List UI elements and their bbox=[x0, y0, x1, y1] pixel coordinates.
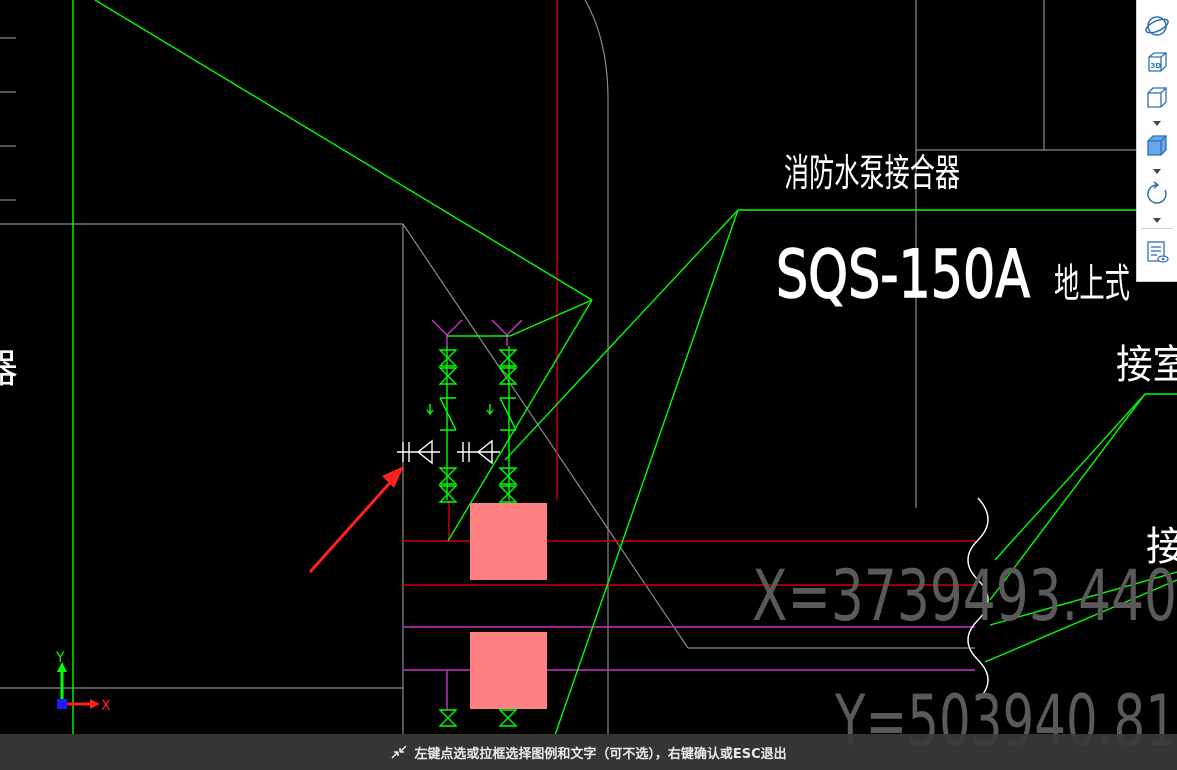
rotate-button[interactable] bbox=[1137, 178, 1177, 210]
connect-indoor-label: 接室内 bbox=[1116, 342, 1177, 388]
rotate-dropdown-caret[interactable] bbox=[1151, 216, 1163, 224]
dim-x-text: X=3739493.440 bbox=[752, 555, 1177, 637]
connect-label-2: 接 bbox=[1146, 524, 1177, 570]
command-hint-bar: 左键点选或拉框选择图例和文字（可不选），右键确认或ESC退出 bbox=[0, 734, 1177, 770]
command-hint-text: 左键点选或拉框选择图例和文字（可不选），右键确认或ESC退出 bbox=[414, 746, 787, 762]
orbit-icon bbox=[1145, 16, 1169, 36]
ucs-x-label: X bbox=[101, 698, 111, 714]
shaded-cube-button[interactable] bbox=[1137, 130, 1177, 162]
ucs-axis-icon: Y X bbox=[55, 650, 111, 714]
shaded-cube-icon bbox=[1147, 135, 1167, 156]
3d-view-icon: 3D bbox=[1148, 52, 1167, 72]
rotate-icon bbox=[1147, 181, 1167, 204]
wireframe-cube-button[interactable] bbox=[1137, 82, 1177, 114]
shaded-dropdown-caret[interactable] bbox=[1151, 167, 1163, 175]
wireframe-cube-icon bbox=[1147, 87, 1167, 108]
view-toolbar: 3D bbox=[1136, 0, 1177, 282]
cad-drawing-canvas[interactable]: X=3739493.440 Y=503940.81 消防水泵接合器 SQS-15… bbox=[0, 0, 1177, 770]
svg-text:3D: 3D bbox=[1151, 62, 1162, 70]
pump-block-upper[interactable] bbox=[470, 503, 547, 580]
pump-connector-label: 消防水泵接合器 bbox=[784, 151, 960, 195]
model-label: SQS-150A bbox=[776, 236, 1030, 313]
model-type-label: 地上式 bbox=[1054, 261, 1130, 307]
left-edge-text: 器 bbox=[0, 346, 18, 392]
wireframe-dropdown-caret[interactable] bbox=[1151, 119, 1163, 127]
select-cursor-icon bbox=[390, 744, 408, 760]
pump-block-lower[interactable] bbox=[470, 632, 547, 709]
chevron-down-icon bbox=[1153, 120, 1161, 126]
layer-list-icon bbox=[1147, 241, 1169, 263]
ucs-y-label: Y bbox=[55, 650, 65, 666]
chevron-down-icon bbox=[1153, 168, 1161, 174]
orbit-button[interactable] bbox=[1137, 10, 1177, 42]
layer-list-button[interactable] bbox=[1137, 236, 1177, 268]
3d-view-button[interactable]: 3D bbox=[1137, 46, 1177, 78]
annotation-arrow bbox=[308, 466, 404, 574]
pump-connector-symbols[interactable] bbox=[397, 439, 500, 465]
toolbar-divider bbox=[1141, 228, 1173, 229]
chevron-down-icon bbox=[1153, 217, 1161, 223]
